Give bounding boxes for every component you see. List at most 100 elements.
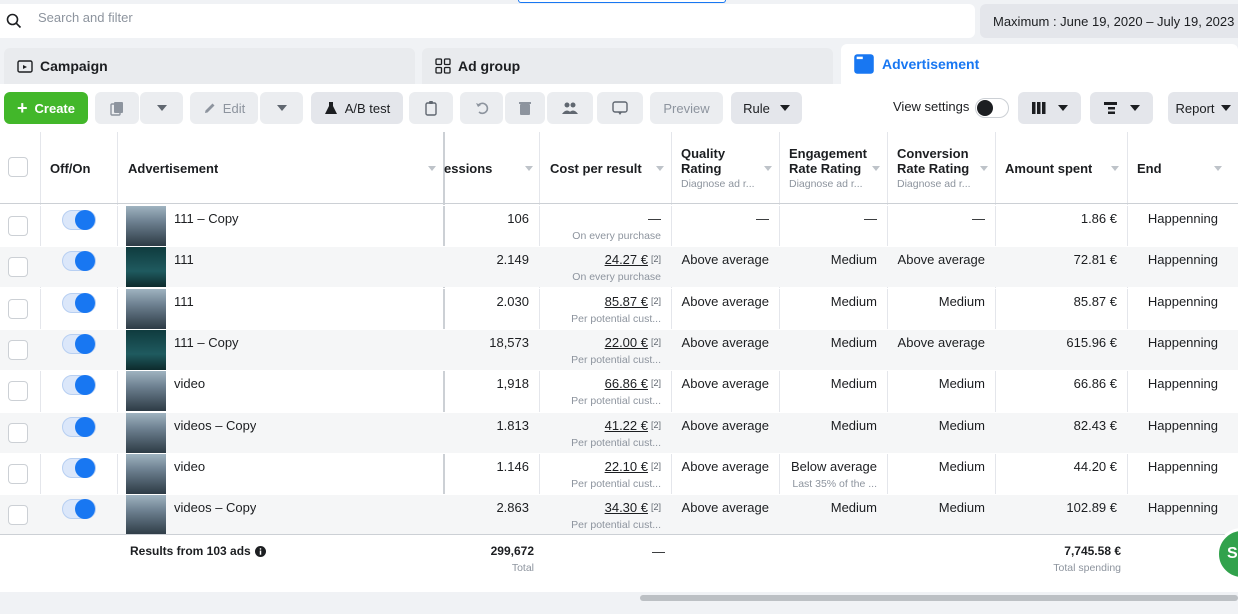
ad-thumbnail[interactable]: [126, 413, 166, 453]
audience-button[interactable]: [547, 92, 593, 124]
cost-footnote: [2]: [650, 296, 661, 306]
ad-on-off-toggle[interactable]: [62, 499, 96, 519]
table-row[interactable]: video 1.146 22.10 € [2] Per potential cust..…: [0, 453, 1238, 494]
sort-icon[interactable]: [1111, 166, 1119, 171]
sort-icon[interactable]: [1214, 166, 1222, 171]
sort-icon[interactable]: [656, 166, 664, 171]
cost-value[interactable]: 22.10 €: [605, 459, 648, 474]
tab-advertisement[interactable]: Advertisement: [841, 44, 1238, 84]
ad-name[interactable]: 111 – Copy: [174, 335, 239, 350]
row-checkbox[interactable]: [8, 505, 28, 525]
ad-name[interactable]: 111: [174, 252, 194, 267]
chat-preview-button[interactable]: [597, 92, 643, 124]
cost-value[interactable]: 41.22 €: [605, 418, 648, 433]
row-checkbox[interactable]: [8, 340, 28, 360]
table-row[interactable]: videos – Copy 2.863 34.30 € [2] Per potentia…: [0, 494, 1238, 535]
ad-name[interactable]: videos – Copy: [174, 500, 256, 515]
row-checkbox[interactable]: [8, 257, 28, 277]
delete-button[interactable]: [505, 92, 545, 124]
cost-value[interactable]: 34.30 €: [605, 500, 648, 515]
ad-on-off-toggle[interactable]: [62, 251, 96, 271]
ad-on-off-toggle[interactable]: [62, 417, 96, 437]
ad-thumbnail[interactable]: [126, 289, 166, 329]
date-range-picker[interactable]: Maximum : June 19, 2020 – July 19, 2023: [980, 4, 1238, 38]
row-checkbox[interactable]: [8, 423, 28, 443]
ad-name[interactable]: videos – Copy: [174, 418, 256, 433]
cost-value[interactable]: 85.87 €: [605, 294, 648, 309]
ads-table: Off/On Advertisement essions Cost per re…: [0, 132, 1238, 592]
sort-icon[interactable]: [525, 166, 533, 171]
sort-icon[interactable]: [764, 166, 772, 171]
col-engagement-rating[interactable]: Engagement Rate Rating Diagnose ad r...: [789, 146, 881, 192]
breakdown-button[interactable]: [1090, 92, 1153, 124]
ad-thumbnail[interactable]: [126, 495, 166, 535]
col-amount-spent[interactable]: Amount spent: [1005, 161, 1092, 176]
end-value: Happenning: [1147, 252, 1218, 267]
table-row[interactable]: video 1,918 66.86 € [2] Per potential cust..…: [0, 370, 1238, 411]
col-cost-per-result[interactable]: Cost per result: [550, 161, 642, 176]
ad-on-off-toggle[interactable]: [62, 458, 96, 478]
table-row[interactable]: 111 2.030 85.87 € [2] Per potential cust... A…: [0, 288, 1238, 329]
cost-value[interactable]: 24.27 €: [605, 252, 648, 267]
col-off-on[interactable]: Off/On: [50, 161, 90, 176]
sort-icon[interactable]: [428, 166, 436, 171]
table-row[interactable]: 111 – Copy 18,573 22.00 € [2] Per potential …: [0, 329, 1238, 370]
ad-name[interactable]: 111: [174, 294, 194, 309]
edit-button[interactable]: Edit: [190, 92, 258, 124]
ad-thumbnail[interactable]: [126, 330, 166, 370]
quality-rating-value: Above average: [681, 500, 769, 515]
table-row[interactable]: 111 2.149 24.27 € [2] On every purchase Above…: [0, 246, 1238, 287]
view-settings-toggle[interactable]: [975, 98, 1009, 118]
col-impressions[interactable]: essions: [444, 161, 492, 176]
row-checkbox[interactable]: [8, 216, 28, 236]
row-checkbox[interactable]: [8, 299, 28, 319]
col-conversion-rating[interactable]: Conversion Rate Rating Diagnose ad r...: [897, 146, 989, 192]
cost-value[interactable]: 66.86 €: [605, 376, 648, 391]
duplicate-dropdown-button[interactable]: [140, 92, 183, 124]
duplicate-button[interactable]: [95, 92, 139, 124]
col-conversion-label2: Rate Rating: [897, 161, 970, 176]
ad-thumbnail[interactable]: [126, 371, 166, 411]
ab-test-button[interactable]: A/B test: [311, 92, 403, 124]
row-checkbox[interactable]: [8, 464, 28, 484]
col-quality-rating[interactable]: Quality Rating Diagnose ad r...: [681, 146, 771, 192]
tab-ad-group[interactable]: Ad group: [422, 48, 833, 84]
sort-icon[interactable]: [980, 166, 988, 171]
quality-rating-value: Above average: [681, 418, 769, 433]
scrollbar-thumb[interactable]: [640, 595, 1238, 601]
ad-on-off-toggle[interactable]: [62, 293, 96, 313]
row-checkbox[interactable]: [8, 381, 28, 401]
select-all-checkbox[interactable]: [8, 157, 28, 177]
info-icon[interactable]: [254, 545, 266, 557]
search-bar[interactable]: [0, 4, 975, 38]
cost-total: —: [652, 544, 665, 559]
ad-on-off-toggle[interactable]: [62, 210, 96, 230]
ad-name[interactable]: video: [174, 376, 205, 391]
col-end[interactable]: End: [1137, 161, 1162, 176]
table-row[interactable]: 111 – Copy 106 — On every purchase — — — 1.86 €…: [0, 205, 1238, 246]
cost-value[interactable]: 22.00 €: [605, 335, 648, 350]
clipboard-button[interactable]: [409, 92, 453, 124]
ad-on-off-toggle[interactable]: [62, 375, 96, 395]
columns-button[interactable]: [1018, 92, 1081, 124]
breakdown-icon: [1103, 102, 1117, 114]
report-button[interactable]: Report: [1168, 92, 1238, 124]
table-row[interactable]: videos – Copy 1.813 41.22 € [2] Per potentia…: [0, 412, 1238, 453]
undo-button[interactable]: [460, 92, 503, 124]
horizontal-scrollbar[interactable]: [0, 592, 1238, 614]
ad-thumbnail[interactable]: [126, 454, 166, 494]
ad-on-off-toggle[interactable]: [62, 334, 96, 354]
quality-rating-value: Above average: [681, 252, 769, 267]
tab-campaign[interactable]: Campaign: [4, 48, 415, 84]
ad-thumbnail[interactable]: [126, 206, 166, 246]
preview-button[interactable]: Preview: [650, 92, 723, 124]
ad-thumbnail[interactable]: [126, 247, 166, 287]
search-input[interactable]: [38, 10, 638, 25]
ad-name[interactable]: 111 – Copy: [174, 211, 239, 226]
ad-name[interactable]: video: [174, 459, 205, 474]
rule-button[interactable]: Rule: [731, 92, 802, 124]
col-advertisement[interactable]: Advertisement: [128, 161, 218, 176]
edit-dropdown-button[interactable]: [260, 92, 303, 124]
create-button[interactable]: + Create: [4, 92, 88, 124]
sort-icon[interactable]: [872, 166, 880, 171]
